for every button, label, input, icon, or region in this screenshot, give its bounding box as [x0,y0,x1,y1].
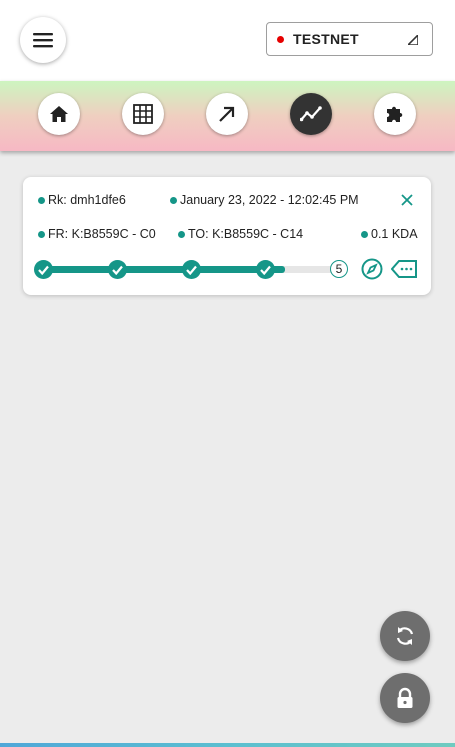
from-account: FR: K:B8559C - C0 [48,227,156,241]
to-account: TO: K:B8559C - C14 [188,227,304,241]
close-icon [401,194,413,206]
trend-line-icon [300,106,322,122]
nav-extensions[interactable] [374,93,416,135]
network-select[interactable]: TESTNET [266,22,433,56]
timestamp: January 23, 2022 - 12:02:45 PM [180,193,359,207]
top-bar: TESTNET [0,0,455,81]
completed-step [34,260,53,279]
status-dot [361,230,368,238]
amount: 0.1 KDA [371,227,418,241]
corner-triangle-icon [408,35,418,45]
nav-activity[interactable] [290,93,332,135]
nav-grid[interactable] [122,93,164,135]
lock-button[interactable] [380,673,430,723]
arrow-up-right-icon [219,106,235,122]
request-key: Rk: dmh1dfe6 [48,193,126,207]
refresh-button[interactable] [380,611,430,661]
lock-icon [397,687,413,708]
network-label: TESTNET [293,31,359,47]
status-dot [38,230,45,238]
transaction-card: Rk: dmh1dfe6 January 23, 2022 - 12:02:45… [23,177,431,295]
status-dot [38,196,45,204]
check-icon [112,265,123,275]
network-status-dot [277,35,284,43]
grid-icon [133,104,153,124]
compass-icon[interactable] [361,258,383,280]
hamburger-menu-icon [33,33,53,48]
amount-field: 0.1 KDA [361,227,418,241]
status-dot [170,196,177,204]
main-nav [0,81,455,151]
to-field: TO: K:B8559C - C14 [178,227,303,241]
menu-button[interactable] [20,17,66,63]
tag-icon[interactable] [391,260,418,278]
check-icon [186,265,197,275]
puzzle-icon [387,106,403,122]
nav-send[interactable] [206,93,248,135]
completed-step [256,260,275,279]
check-icon [260,265,271,275]
timestamp-field: January 23, 2022 - 12:02:45 PM [170,193,359,207]
home-icon [50,106,68,122]
status-dot [178,230,185,238]
request-key-field: Rk: dmh1dfe6 [38,193,126,207]
close-button[interactable] [400,193,414,207]
bottom-accent-line [0,743,455,747]
nav-home[interactable] [38,93,80,135]
from-field: FR: K:B8559C - C0 [38,227,156,241]
check-icon [38,265,49,275]
completed-step [182,260,201,279]
sync-icon [396,627,414,645]
progress-fill [45,266,285,273]
pending-step: 5 [330,260,348,278]
completed-step [108,260,127,279]
